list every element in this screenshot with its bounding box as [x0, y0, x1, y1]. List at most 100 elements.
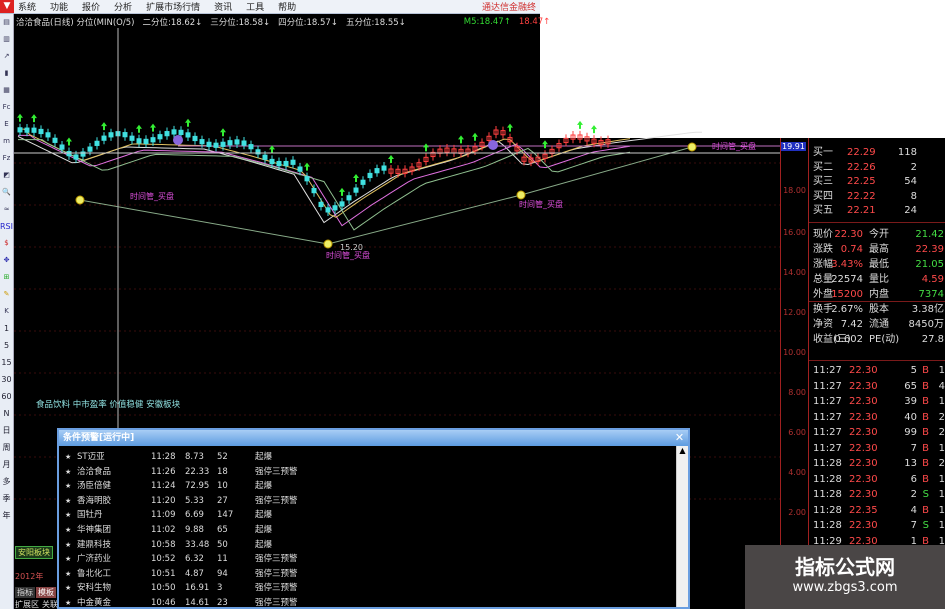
toolbar-icon-zoom[interactable]: 🔍	[0, 184, 13, 201]
star-icon: ★	[65, 467, 72, 476]
trade-volume: 13	[904, 458, 917, 469]
candle	[31, 127, 37, 133]
alert-row[interactable]: ★ 华神集团 11:02 9.88 65 起爆	[65, 523, 665, 537]
toolbar-icon-f10[interactable]: ▦	[0, 82, 13, 99]
alert-time: 10:50	[151, 583, 176, 594]
toolbar-icon-move[interactable]: ✥	[0, 252, 13, 269]
period-month[interactable]: 月	[0, 456, 13, 473]
alert-row[interactable]: ★ 安科生物 10:50 16.91 3 强停三预警	[65, 581, 665, 595]
candle	[276, 160, 282, 167]
alert-stock-name: 汤臣倍健	[77, 481, 112, 492]
menu-quote[interactable]: 报价	[82, 0, 100, 13]
alert-signal: 强停三预警	[255, 554, 298, 565]
period-15min[interactable]: 15	[0, 354, 13, 371]
quote-panel: 买一 22.29 118 买二 22.26 2 买三 22.25 54 买四 22.22 8 买五 22.…	[808, 138, 945, 609]
menu-analysis[interactable]: 分析	[114, 0, 132, 13]
alert-signal: 起爆	[255, 452, 273, 462]
period-5min[interactable]: 5	[0, 337, 13, 354]
period-quarter[interactable]: 季	[0, 490, 13, 507]
orderbook-volume: 54	[904, 176, 917, 187]
candle	[206, 141, 212, 147]
watermark-title: 指标公式网	[795, 555, 895, 579]
toolbar-icon-k[interactable]: K	[0, 303, 13, 320]
quote-value: 22.39	[915, 244, 944, 255]
toolbar-icon-indicator[interactable]: ≈	[0, 201, 13, 218]
menu-system[interactable]: 系统	[18, 0, 36, 13]
candle	[24, 127, 30, 133]
period-multi[interactable]: 多	[0, 473, 13, 490]
toolbar-icon-pencil[interactable]: ✎	[0, 286, 13, 303]
buy-arrow	[136, 124, 142, 133]
orderbook-price: 22.22	[847, 190, 876, 202]
alert-stock-name: 鲁北化工	[77, 568, 112, 579]
toolbar-icon-m[interactable]: m	[0, 133, 13, 150]
sector-tab[interactable]: 安阳板块	[15, 546, 53, 559]
toolbar-icon-line[interactable]: ↗	[0, 48, 13, 65]
alert-row[interactable]: ★ 香海明胶 11:20 5.33 27 强停三预警	[65, 494, 665, 508]
trade-price: 22.30	[849, 520, 878, 531]
menu-tools[interactable]: 工具	[246, 0, 264, 13]
trade-price: 22.30	[849, 458, 878, 469]
low-price-label: 15.20	[340, 243, 363, 252]
toolbar-rsi[interactable]: RSI	[0, 218, 13, 235]
alert-row[interactable]: ★ 广济药业 10:52 6.32 11 强停三预警	[65, 552, 665, 566]
toolbar-icon-e[interactable]: E	[0, 116, 13, 133]
period-60min[interactable]: 60	[0, 388, 13, 405]
divider	[809, 301, 945, 302]
toolbar-icon-bars[interactable]: ▥	[0, 31, 13, 48]
menu-function[interactable]: 功能	[50, 0, 68, 13]
menu-news[interactable]: 资讯	[214, 0, 232, 13]
quote-value: 0.74	[840, 244, 863, 255]
alert-row[interactable]: ★ 鲁北化工 10:51 4.87 94 强停三预警	[65, 567, 665, 581]
candle	[164, 131, 170, 137]
toolbar-icon-dollar[interactable]: $	[0, 235, 13, 252]
candle	[143, 138, 149, 144]
alert-row[interactable]: ★ 建鼎科技 10:58 33.48 50 起爆	[65, 538, 665, 552]
candle	[339, 201, 345, 207]
alert-time: 10:46	[151, 598, 176, 608]
orderbook-label: 买四	[813, 190, 833, 202]
toolbar-icon-candle[interactable]: ▮	[0, 65, 13, 82]
tab-template[interactable]: 模板	[36, 587, 56, 598]
toolbar-icon-fc[interactable]: Fc	[0, 99, 13, 116]
annotation-buy: 时间管_买盘	[130, 191, 174, 201]
alert-row[interactable]: ★ 中金黄金 10:46 14.61 23 强停三预警	[65, 596, 665, 610]
close-icon[interactable]: ✕	[673, 431, 686, 444]
toolbar-icon-1[interactable]: ▤	[0, 14, 13, 31]
alert-row[interactable]: ★ 汤臣倍健 11:24 72.95 10 起爆	[65, 479, 665, 493]
tab-extended[interactable]: 扩展区	[15, 599, 39, 610]
condition-alert-window[interactable]: 条件预警[运行中] ✕ ▲ ★ ST迈亚 11:28 8.73 52 起爆 ★ 洽洽食品 11:…	[57, 428, 690, 609]
alert-row[interactable]: ★ 洽洽食品 11:26 22.33 18 强停三预警	[65, 465, 665, 479]
period-1min[interactable]: 1	[0, 320, 13, 337]
alert-row[interactable]: ★ ST迈亚 11:28 8.73 52 起爆	[65, 450, 665, 464]
alert-window-title[interactable]: 条件预警[运行中]	[59, 430, 688, 446]
candle	[262, 154, 268, 160]
candle	[136, 138, 142, 144]
alert-price: 6.32	[185, 554, 204, 565]
alert-row[interactable]: ★ 国牡丹 11:09 6.69 147 起爆	[65, 508, 665, 522]
orderbook-volume: 8	[910, 190, 917, 202]
tab-indicator[interactable]: 指标	[15, 587, 35, 598]
period-n[interactable]: N	[0, 405, 13, 422]
toolbar-icon-map[interactable]: ◩	[0, 167, 13, 184]
trade-price: 22.30	[849, 380, 878, 392]
toolbar-icon-plus[interactable]: ⊞	[0, 269, 13, 286]
toolbar-icon-fz[interactable]: Fz	[0, 150, 13, 167]
menu-help[interactable]: 帮助	[278, 0, 296, 13]
tab-related[interactable]: 关联	[42, 599, 58, 610]
quote-value: 0.602	[834, 334, 863, 345]
period-week[interactable]: 周	[0, 439, 13, 456]
candle	[17, 127, 23, 133]
scroll-up-icon[interactable]: ▲	[677, 446, 688, 455]
orderbook-volume: 24	[904, 205, 917, 216]
star-icon: ★	[65, 482, 72, 491]
star-icon: ★	[65, 540, 72, 549]
trade-count: 1	[938, 442, 945, 454]
period-30min[interactable]: 30	[0, 371, 13, 388]
alert-time: 11:02	[151, 525, 176, 535]
scrollbar[interactable]: ▲	[676, 446, 688, 607]
menu-extended-market[interactable]: 扩展市场行情	[146, 0, 200, 13]
period-year[interactable]: 年	[0, 507, 13, 524]
trade-side: B	[922, 427, 929, 438]
period-day[interactable]: 日	[0, 422, 13, 439]
